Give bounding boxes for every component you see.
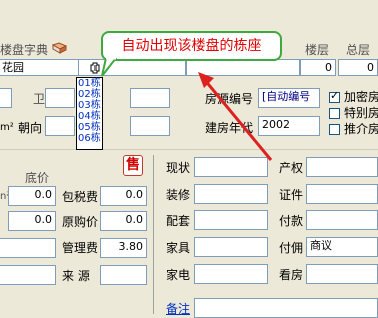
annotation-arrow-icon <box>198 72 273 161</box>
